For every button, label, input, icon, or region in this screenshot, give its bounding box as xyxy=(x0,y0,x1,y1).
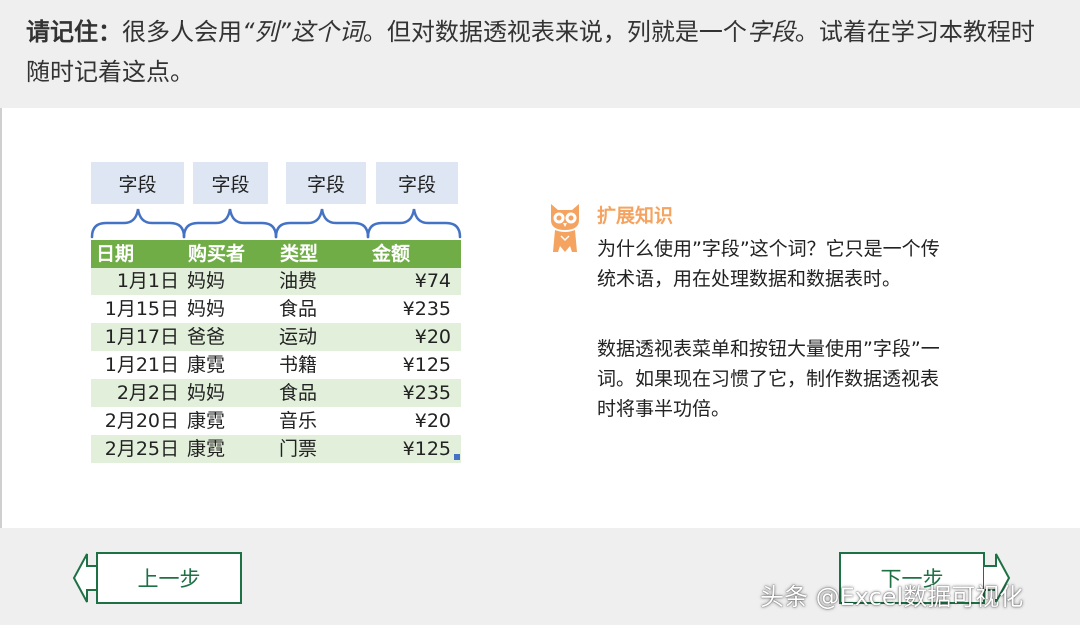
instruction-emphasis: “列”这个词 xyxy=(242,18,363,46)
cell-date: 1月21日 xyxy=(104,354,179,376)
cell-type: 书籍 xyxy=(279,354,318,376)
table-row: 2月25日 康霓 门票 ¥125 xyxy=(91,436,461,464)
cell-amount: ¥20 xyxy=(414,326,451,348)
field-label-4: 字段 xyxy=(376,162,458,204)
table-row: 1月17日 爸爸 运动 ¥20 xyxy=(91,324,461,352)
cell-buyer: 康霓 xyxy=(187,410,226,432)
table-row: 1月1日 妈妈 油费 ¥74 xyxy=(91,268,461,296)
instruction-label: 请记住： xyxy=(26,18,122,46)
cell-amount: ¥125 xyxy=(402,354,451,376)
instruction-emphasis: 字段 xyxy=(746,18,795,46)
table-header-row: 日期 购买者 类型 金额 xyxy=(91,240,461,268)
cell-amount: ¥74 xyxy=(414,270,451,292)
previous-step-button[interactable]: 上一步 xyxy=(96,552,242,604)
table-row: 2月2日 妈妈 食品 ¥235 xyxy=(91,380,461,408)
cell-buyer: 妈妈 xyxy=(187,270,226,292)
brace-1 xyxy=(90,208,186,239)
instruction-part: 很多人会用 xyxy=(122,18,242,46)
cell-buyer: 康霓 xyxy=(187,438,226,460)
cell-buyer: 妈妈 xyxy=(187,298,226,320)
cell-type: 食品 xyxy=(279,298,318,320)
table-resize-handle[interactable] xyxy=(454,454,460,460)
owl-icon xyxy=(551,204,579,252)
cell-amount: ¥125 xyxy=(402,438,451,460)
field-braces xyxy=(90,208,462,239)
cell-date: 2月2日 xyxy=(116,382,179,404)
cell-type: 食品 xyxy=(279,382,318,404)
header-amount: 金额 xyxy=(372,243,411,265)
cell-amount: ¥20 xyxy=(414,410,451,432)
instruction-text: 请记住：很多人会用“列”这个词。但对数据透视表来说，列就是一个字段。试着在学习本… xyxy=(26,12,1056,92)
brace-4 xyxy=(366,208,462,239)
cell-buyer: 康霓 xyxy=(187,354,226,376)
tip-paragraph-1: 为什么使用”字段”这个词？它只是一个传统术语，用在处理数据和数据表时。 xyxy=(597,238,940,290)
cell-buyer: 爸爸 xyxy=(187,326,226,348)
instruction-banner: 请记住：很多人会用“列”这个词。但对数据透视表来说，列就是一个字段。试着在学习本… xyxy=(0,0,1080,108)
header-date: 日期 xyxy=(96,243,135,265)
header-buyer: 购买者 xyxy=(188,243,246,265)
cell-type: 音乐 xyxy=(279,410,318,432)
brace-2 xyxy=(182,208,278,239)
brace-3 xyxy=(274,208,370,239)
sample-data-table: 日期 购买者 类型 金额 1月1日 妈妈 油费 ¥74 1月15日 妈妈 食品 … xyxy=(91,240,461,464)
left-divider xyxy=(0,108,2,528)
field-label-2: 字段 xyxy=(193,162,268,204)
tip-paragraph-2: 数据透视表菜单和按钮大量使用”字段”一词。如果现在习惯了它，制作数据透视表时将事… xyxy=(597,338,940,420)
cell-date: 2月25日 xyxy=(104,438,179,460)
instruction-part: 。但对数据透视表来说，列就是一个 xyxy=(362,18,747,46)
cell-type: 运动 xyxy=(279,326,318,348)
cell-date: 1月15日 xyxy=(104,298,179,320)
watermark: 头条 @Excel数据可视化 xyxy=(760,583,1024,611)
table-row: 2月20日 康霓 音乐 ¥20 xyxy=(91,408,461,436)
table-row: 1月15日 妈妈 食品 ¥235 xyxy=(91,296,461,324)
cell-date: 2月20日 xyxy=(104,410,179,432)
field-label-1: 字段 xyxy=(91,162,184,204)
cell-date: 1月17日 xyxy=(104,326,179,348)
field-label-3: 字段 xyxy=(286,162,366,204)
cell-buyer: 妈妈 xyxy=(187,382,226,404)
tip-title: 扩展知识 xyxy=(597,205,674,227)
header-type: 类型 xyxy=(280,243,319,265)
cell-type: 门票 xyxy=(279,438,318,460)
table-row: 1月21日 康霓 书籍 ¥125 xyxy=(91,352,461,380)
cell-amount: ¥235 xyxy=(402,382,451,404)
cell-amount: ¥235 xyxy=(402,298,451,320)
cell-date: 1月1日 xyxy=(116,270,179,292)
cell-type: 油费 xyxy=(279,270,318,292)
